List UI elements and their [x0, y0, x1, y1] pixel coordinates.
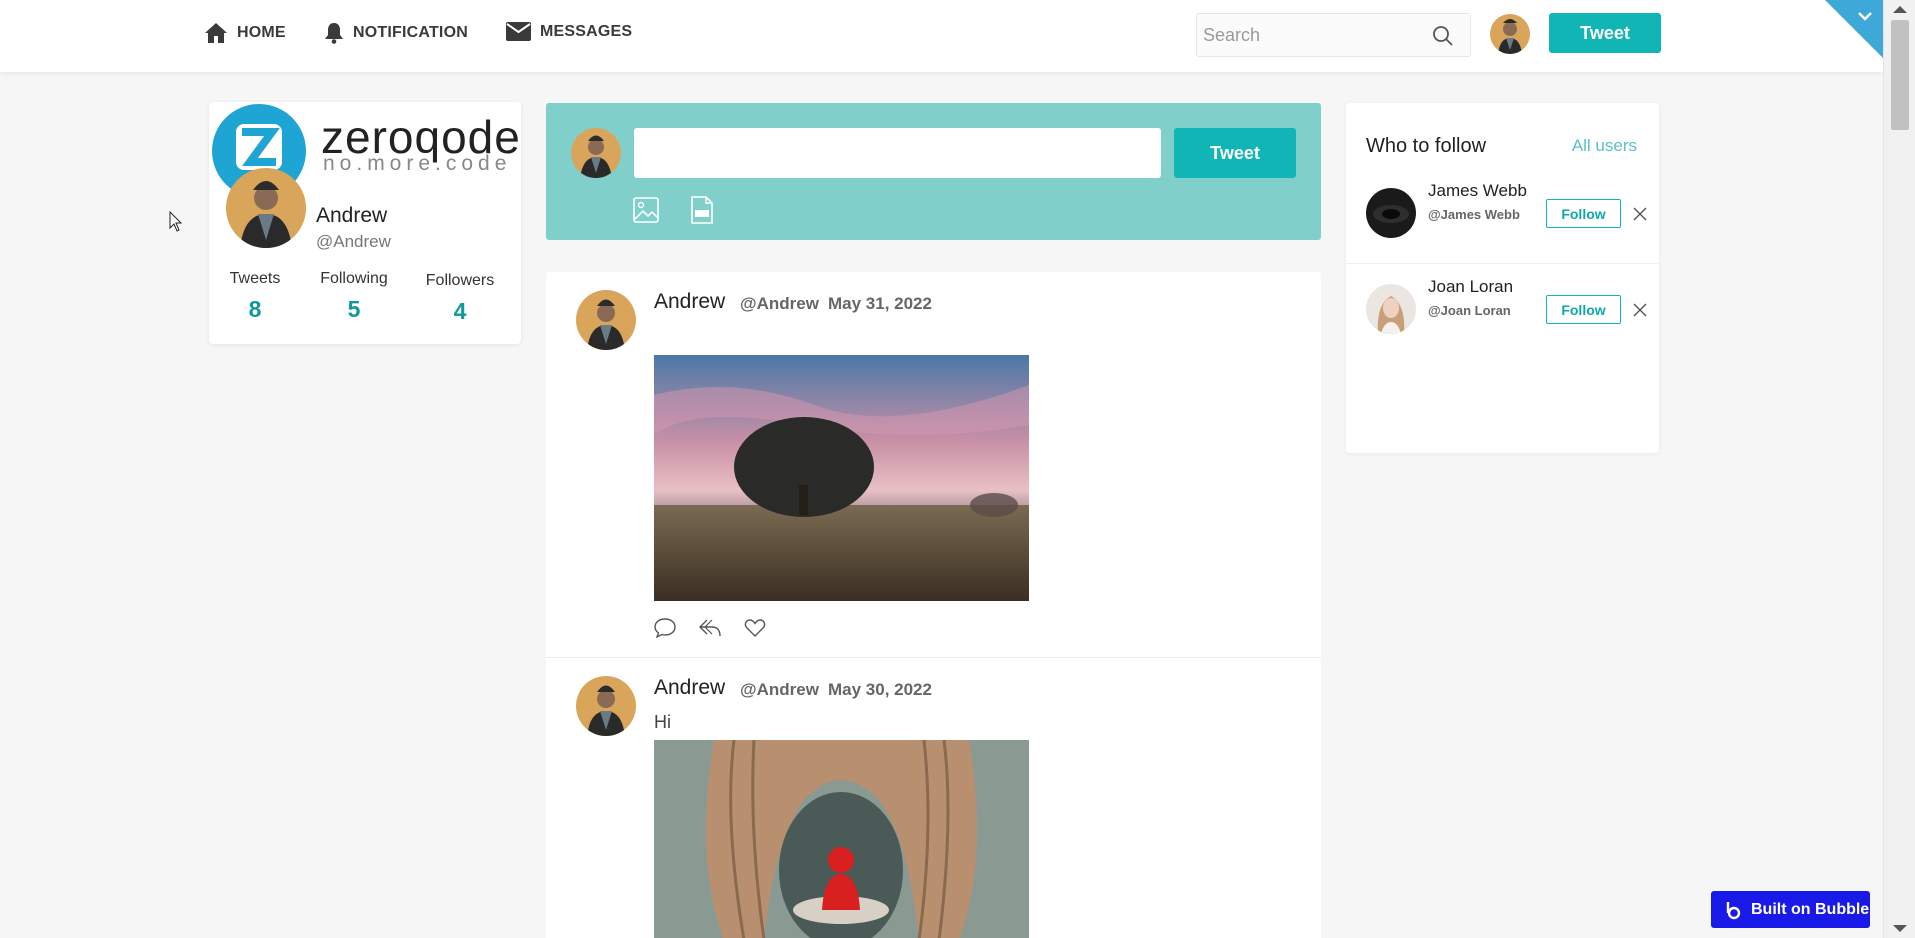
stat-followers[interactable]: Followers 4 — [418, 272, 502, 325]
logo-subtext: no.more.code — [323, 152, 512, 175]
comment-icon[interactable] — [654, 617, 676, 639]
scroll-up-arrow[interactable] — [1893, 6, 1907, 13]
stat-value: 4 — [453, 298, 467, 324]
stat-value: 8 — [248, 296, 262, 322]
follow-button[interactable]: Follow — [1546, 295, 1621, 324]
stat-label: Following — [320, 270, 388, 287]
profile-name: Andrew — [316, 204, 388, 227]
suggested-user-avatar[interactable] — [1366, 284, 1416, 334]
post-divider — [546, 657, 1321, 658]
bubble-logo-icon — [1726, 901, 1741, 919]
dismiss-icon[interactable] — [1633, 207, 1647, 221]
envelope-icon — [506, 22, 531, 41]
bell-icon — [325, 23, 343, 44]
all-users-link[interactable]: All users — [1572, 136, 1637, 156]
search-icon[interactable] — [1432, 25, 1454, 47]
suggested-user-name[interactable]: Joan Loran — [1428, 277, 1513, 297]
profile-avatar[interactable] — [226, 168, 306, 248]
stat-label: Followers — [425, 272, 495, 289]
search-input[interactable] — [1197, 14, 1427, 56]
nav-messages[interactable]: MESSAGES — [506, 22, 632, 41]
post-avatar[interactable] — [576, 290, 636, 350]
reply-icon[interactable] — [698, 617, 722, 639]
built-on-bubble-badge[interactable]: Built on Bubble — [1711, 891, 1870, 928]
user-avatar[interactable] — [1490, 14, 1530, 54]
who-to-follow-title: Who to follow — [1366, 135, 1487, 157]
follow-divider — [1346, 263, 1659, 264]
stat-tweets[interactable]: Tweets 8 — [226, 270, 284, 323]
post-date: May 30, 2022 — [828, 680, 932, 699]
profile-card: zeroqode no.more.code Andrew @Andrew Twe… — [209, 102, 521, 344]
search-box — [1196, 13, 1471, 57]
suggested-user-handle: @James Webb — [1428, 207, 1520, 222]
nav-notification-label: NOTIFICATION — [353, 24, 468, 41]
suggested-user-name[interactable]: James Webb — [1428, 181, 1527, 201]
tweet-input[interactable] — [634, 128, 1161, 178]
corner-menu-tab[interactable] — [1825, 0, 1883, 58]
stat-following[interactable]: Following 5 — [312, 270, 396, 323]
mouse-cursor-icon — [169, 211, 183, 232]
image-upload-icon[interactable] — [633, 197, 659, 223]
nav-home[interactable]: HOME — [204, 22, 286, 44]
post-image-tree-sunset[interactable] — [654, 355, 1029, 601]
post-avatar[interactable] — [576, 676, 636, 736]
post-actions — [654, 617, 766, 639]
scroll-down-arrow[interactable] — [1893, 925, 1907, 932]
composer-tweet-button[interactable]: Tweet — [1174, 128, 1296, 178]
top-navbar: HOME NOTIFICATION MESSAGES Tweet — [0, 0, 1883, 72]
who-to-follow-card: Who to follow All users James Webb @Jame… — [1346, 103, 1659, 453]
tweet-feed: Andrew @Andrew May 31, 2022 Andrew @Andr… — [546, 272, 1321, 938]
heart-icon[interactable] — [744, 617, 766, 639]
home-icon — [205, 23, 227, 43]
suggested-user-avatar[interactable] — [1366, 188, 1416, 238]
post-image-surreal-art[interactable] — [654, 740, 1029, 938]
page-scrollbar[interactable] — [1883, 0, 1915, 938]
post-text: Hi — [654, 712, 671, 732]
stat-label: Tweets — [229, 270, 281, 287]
gif-upload-icon[interactable] — [690, 196, 714, 224]
scroll-thumb[interactable] — [1891, 20, 1909, 130]
suggested-user-handle: @Joan Loran — [1428, 303, 1511, 318]
tweet-composer: Tweet — [546, 103, 1321, 240]
post-author-name[interactable]: Andrew — [654, 290, 725, 314]
follow-button[interactable]: Follow — [1546, 199, 1621, 228]
post-handle: @Andrew — [740, 294, 819, 313]
nav-home-label: HOME — [237, 24, 286, 41]
nav-notification[interactable]: NOTIFICATION — [324, 22, 468, 44]
dismiss-icon[interactable] — [1633, 303, 1647, 317]
bubble-badge-label: Built on Bubble — [1751, 900, 1870, 918]
nav-messages-label: MESSAGES — [540, 22, 633, 40]
post-date: May 31, 2022 — [828, 294, 932, 313]
composer-avatar — [571, 128, 621, 178]
profile-handle: @Andrew — [316, 232, 391, 251]
stat-value: 5 — [347, 296, 361, 322]
post-handle: @Andrew — [740, 680, 819, 699]
header-tweet-button[interactable]: Tweet — [1549, 13, 1661, 53]
post-author-name[interactable]: Andrew — [654, 676, 725, 700]
